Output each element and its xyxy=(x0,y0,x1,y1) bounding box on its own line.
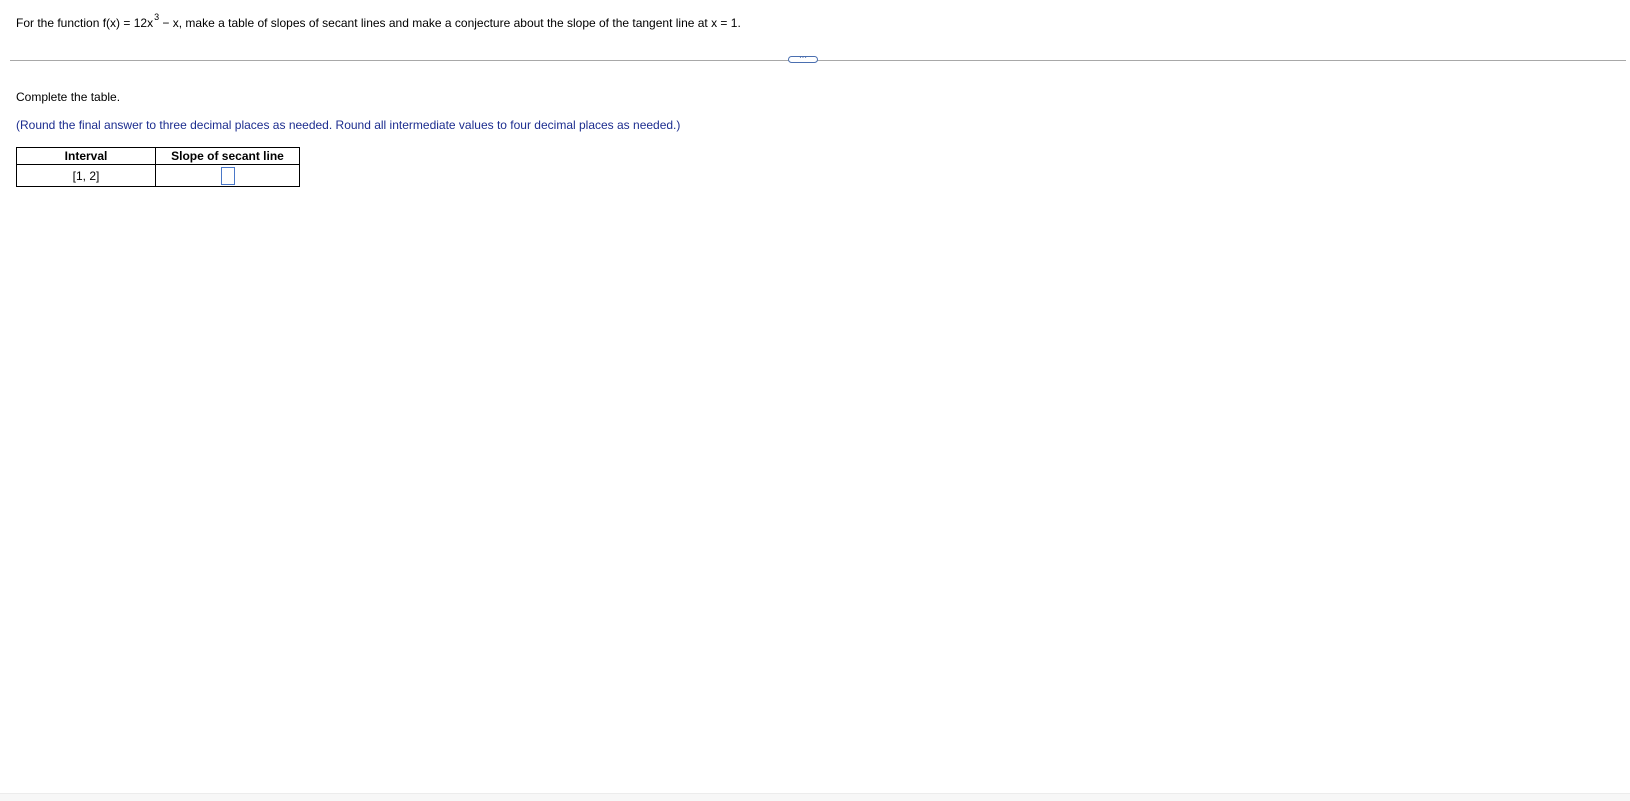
slope-answer-input[interactable] xyxy=(220,166,235,185)
header-slope: Slope of secant line xyxy=(155,147,300,165)
question-suffix: − x, make a table of slopes of secant li… xyxy=(159,16,741,30)
question-prefix: For the function f(x) = 12x xyxy=(16,16,154,30)
question-exponent: 3 xyxy=(154,12,160,22)
table-row: [1, 2] xyxy=(16,164,300,187)
slope-cell xyxy=(155,164,300,187)
question-divider xyxy=(10,60,1626,61)
ellipsis-icon: ··· xyxy=(799,53,807,62)
header-interval: Interval xyxy=(16,147,156,165)
table-header-row: Interval Slope of secant line xyxy=(16,147,300,165)
instruction-text: Complete the table. xyxy=(16,90,121,104)
expand-question-button[interactable]: ··· xyxy=(788,53,818,63)
rounding-note: (Round the final answer to three decimal… xyxy=(16,118,681,132)
secant-slope-table: Interval Slope of secant line [1, 2] xyxy=(16,147,300,187)
question-text: For the function f(x) = 12x3 − x, make a… xyxy=(16,12,741,31)
interval-cell: [1, 2] xyxy=(16,164,156,187)
